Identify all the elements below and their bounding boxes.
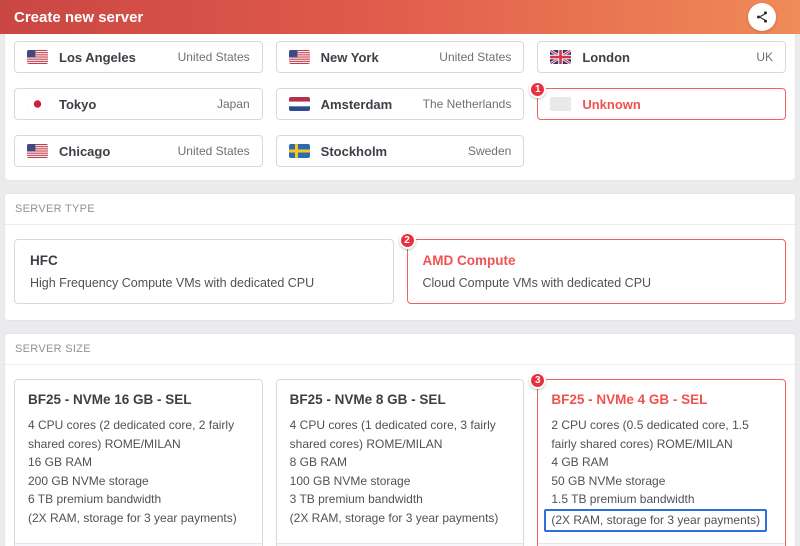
server-size-name: BF25 - NVMe 16 GB - SEL bbox=[28, 392, 192, 407]
server-size-price: $35.00 / Annually bbox=[538, 542, 785, 546]
sweden-flag-icon bbox=[288, 144, 310, 158]
location-country: United States bbox=[439, 50, 512, 64]
location-country: UK bbox=[756, 50, 773, 64]
server-size-spec: 50 GB NVMe storage bbox=[551, 473, 666, 488]
server-type-grid: HFC High Frequency Compute VMs with dedi… bbox=[14, 232, 786, 304]
page-header: Create new server bbox=[0, 0, 800, 34]
server-size-price: $60.00 / Annually bbox=[276, 542, 524, 546]
server-size-spec: 4 CPU cores (1 dedicated core, 3 fairly … bbox=[289, 418, 496, 451]
server-size-card-4gb[interactable]: 3 BF25 - NVMe 4 GB - SEL 2 CPU cores (0.… bbox=[529, 372, 786, 546]
location-card-new-york[interactable]: New York United States bbox=[275, 41, 525, 73]
netherlands-flag-icon bbox=[288, 97, 310, 111]
location-card-tokyo[interactable]: Tokyo Japan bbox=[14, 88, 263, 120]
server-size-name: BF25 - NVMe 8 GB - SEL bbox=[289, 392, 446, 407]
step-badge-2: 2 bbox=[398, 232, 416, 249]
server-type-name: AMD Compute bbox=[422, 253, 516, 268]
us-flag-icon bbox=[27, 144, 48, 158]
locations-panel: Los Angeles United States New York Unite… bbox=[5, 34, 795, 180]
server-type-description: High Frequency Compute VMs with dedicate… bbox=[30, 276, 315, 290]
server-size-spec: 100 GB NVMe storage bbox=[289, 473, 411, 488]
server-size-card-8gb[interactable]: BF25 - NVMe 8 GB - SEL 4 CPU cores (1 de… bbox=[275, 379, 525, 546]
server-size-spec: 16 GB RAM bbox=[28, 455, 93, 470]
server-size-spec: 4 CPU cores (2 dedicated core, 2 fairly … bbox=[28, 418, 235, 451]
location-country: Japan bbox=[216, 97, 250, 111]
location-country: United States bbox=[177, 50, 250, 64]
location-card-london[interactable]: London UK bbox=[537, 41, 786, 73]
location-country: The Netherlands bbox=[422, 97, 512, 111]
server-size-spec: (2X RAM, storage for 3 year payments) bbox=[289, 510, 499, 525]
server-type-name: HFC bbox=[30, 253, 58, 268]
share-icon bbox=[755, 10, 769, 24]
location-city: Los Angeles bbox=[59, 49, 136, 65]
server-size-grid: BF25 - NVMe 16 GB - SEL 4 CPU cores (2 d… bbox=[14, 372, 786, 546]
location-card-unknown[interactable]: 1 Unknown bbox=[529, 81, 786, 120]
location-card-amsterdam[interactable]: Amsterdam The Netherlands bbox=[275, 88, 525, 120]
server-type-section: SERVER TYPE HFC High Frequency Compute V… bbox=[5, 194, 795, 320]
server-size-card-16gb[interactable]: BF25 - NVMe 16 GB - SEL 4 CPU cores (2 d… bbox=[14, 379, 263, 546]
us-flag-icon bbox=[27, 50, 48, 64]
server-type-description: Cloud Compute VMs with dedicated CPU bbox=[422, 276, 652, 290]
highlight-annotation-box: (2X RAM, storage for 3 year payments) bbox=[544, 508, 768, 532]
share-button[interactable] bbox=[748, 3, 776, 31]
server-size-spec: 4 GB RAM bbox=[551, 455, 609, 470]
location-city: Stockholm bbox=[320, 143, 388, 159]
server-size-spec: (2X RAM, storage for 3 year payments) bbox=[28, 510, 237, 525]
location-city: Unknown bbox=[582, 96, 641, 112]
server-size-spec-highlighted: (2X RAM, storage for 3 year payments) bbox=[544, 508, 772, 532]
location-country: United States bbox=[177, 144, 250, 158]
server-size-name: BF25 - NVMe 4 GB - SEL bbox=[551, 392, 708, 407]
server-size-spec: 8 GB RAM bbox=[289, 455, 348, 470]
unknown-flag-icon bbox=[550, 97, 572, 111]
locations-grid: Los Angeles United States New York Unite… bbox=[14, 41, 786, 167]
location-city: New York bbox=[320, 49, 379, 65]
japan-flag-icon bbox=[27, 97, 48, 111]
location-card-chicago[interactable]: Chicago United States bbox=[14, 135, 263, 167]
server-type-label: SERVER TYPE bbox=[5, 194, 795, 225]
server-size-price: $110.00 / Annually bbox=[15, 542, 262, 546]
location-card-stockholm[interactable]: Stockholm Sweden bbox=[275, 135, 525, 167]
server-size-spec: 2 CPU cores (0.5 dedicated core, 1.5 fai… bbox=[551, 418, 749, 451]
server-size-spec: 3 TB premium bandwidth bbox=[289, 492, 423, 507]
server-size-spec: 200 GB NVMe storage bbox=[28, 473, 149, 488]
location-country: Sweden bbox=[467, 144, 512, 158]
location-city: Tokyo bbox=[59, 96, 97, 112]
location-city: Chicago bbox=[59, 143, 111, 159]
us-flag-icon bbox=[288, 50, 310, 64]
server-size-spec: 6 TB premium bandwidth bbox=[28, 492, 162, 507]
page-title: Create new server bbox=[14, 8, 144, 26]
location-city: London bbox=[582, 49, 630, 65]
step-badge-1: 1 bbox=[529, 81, 547, 98]
server-size-spec: 1.5 TB premium bandwidth bbox=[551, 492, 695, 507]
uk-flag-icon bbox=[550, 50, 572, 64]
server-size-section: SERVER SIZE BF25 - NVMe 16 GB - SEL 4 CP… bbox=[5, 334, 795, 546]
location-card-los-angeles[interactable]: Los Angeles United States bbox=[14, 41, 263, 73]
server-type-card-amd-compute[interactable]: 2 AMD Compute Cloud Compute VMs with ded… bbox=[398, 232, 786, 304]
location-city: Amsterdam bbox=[320, 96, 393, 112]
server-type-card-hfc[interactable]: HFC High Frequency Compute VMs with dedi… bbox=[14, 239, 394, 304]
server-size-label: SERVER SIZE bbox=[5, 334, 795, 365]
